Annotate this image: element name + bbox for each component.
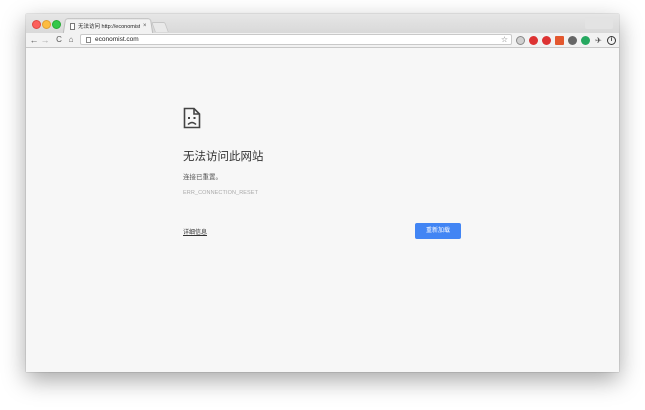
- window-minimize-button[interactable]: [42, 20, 51, 29]
- adblock-extension-icon[interactable]: [529, 35, 538, 45]
- headphones-extension-icon[interactable]: [568, 35, 577, 45]
- tab-close-icon[interactable]: ×: [143, 23, 147, 29]
- tab-title: 无法访问 http://economist.com: [78, 24, 140, 30]
- abp-extension-icon[interactable]: [542, 35, 551, 45]
- grammarly-extension-icon[interactable]: [581, 35, 590, 45]
- address-bar[interactable]: economist.com ☆: [80, 34, 512, 45]
- home-icon[interactable]: ⌂: [66, 33, 76, 47]
- url-text[interactable]: economist.com: [95, 35, 139, 44]
- reload-button[interactable]: 重新加载: [415, 223, 461, 239]
- extension-icons: ✈ i ≡: [516, 35, 619, 45]
- forward-button[interactable]: →: [40, 33, 50, 47]
- pin-extension-icon[interactable]: ✈: [594, 36, 603, 45]
- error-title: 无法访问此网站: [183, 151, 264, 163]
- details-link[interactable]: 详细信息: [183, 227, 207, 236]
- browser-toolbar: ← → C ⌂ economist.com ☆ ✈ i ≡: [26, 33, 619, 48]
- sad-page-icon: [183, 107, 201, 129]
- error-detail: 连接已重置。: [183, 174, 222, 181]
- bookmark-star-icon[interactable]: ☆: [501, 35, 508, 44]
- page-icon: [86, 36, 91, 43]
- info-extension-icon[interactable]: i: [607, 35, 616, 45]
- search-extension-icon[interactable]: [516, 35, 525, 45]
- reload-icon[interactable]: C: [54, 33, 64, 47]
- page-icon: [70, 22, 75, 30]
- tab-strip: 无法访问 http://economist.com ×: [26, 14, 619, 34]
- new-tab-button[interactable]: [151, 22, 169, 32]
- window-close-button[interactable]: [32, 20, 41, 29]
- error-page: 无法访问此网站 连接已重置。 ERR_CONNECTION_RESET 详细信息…: [26, 48, 619, 372]
- error-code: ERR_CONNECTION_RESET: [183, 190, 259, 196]
- tab-active[interactable]: 无法访问 http://economist.com ×: [66, 19, 152, 33]
- browser-window: 无法访问 http://economist.com × ← → C ⌂ econ…: [26, 14, 619, 372]
- window-maximize-button[interactable]: [52, 20, 61, 29]
- profile-button[interactable]: [585, 17, 613, 29]
- back-button[interactable]: ←: [29, 33, 39, 47]
- bookmark-extension-icon[interactable]: [555, 35, 564, 45]
